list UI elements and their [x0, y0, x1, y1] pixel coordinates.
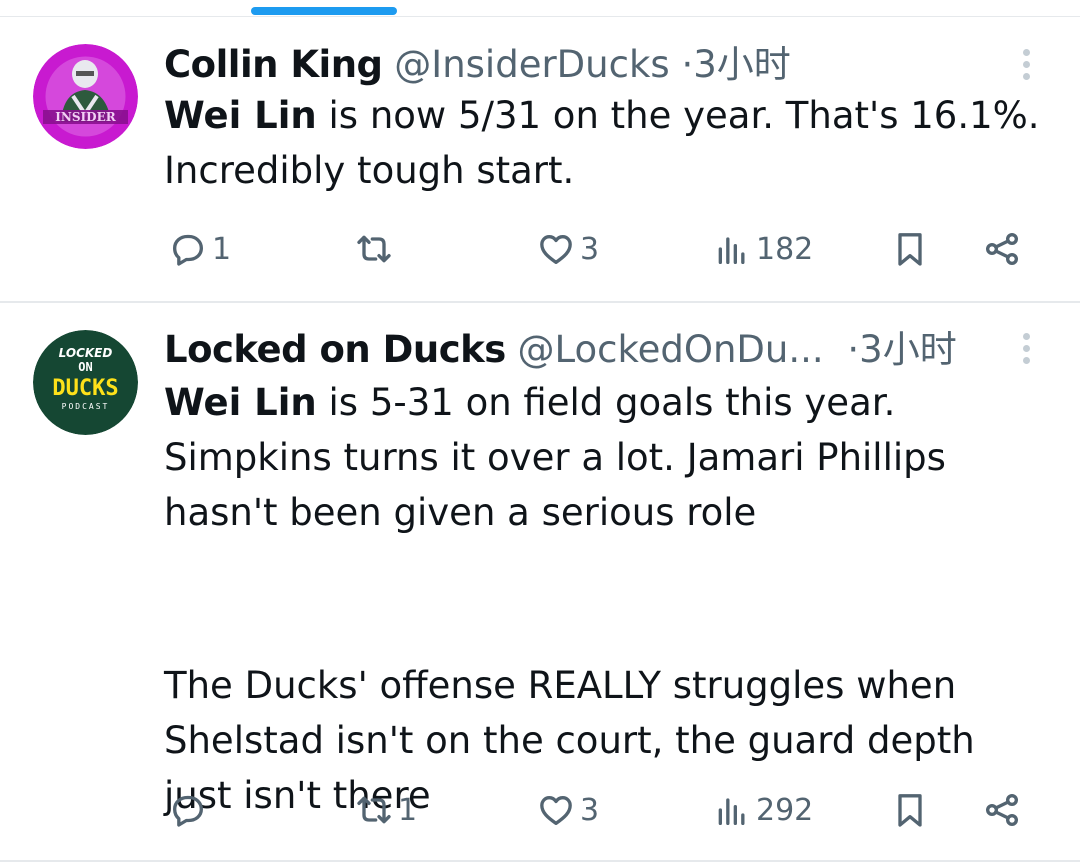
insider-avatar-image: INSIDER — [33, 44, 138, 149]
reply-button[interactable]: 1 — [168, 224, 231, 274]
share-button[interactable] — [982, 785, 1022, 835]
tweet-line-text: hasn't been given a serious role — [164, 491, 757, 534]
retweet-button[interactable]: 1 — [354, 785, 417, 835]
more-icon[interactable] — [1019, 49, 1033, 85]
reply-button[interactable] — [168, 785, 212, 835]
avatar[interactable]: INSIDER — [33, 44, 138, 149]
author-handle[interactable]: @LockedOnDu... — [518, 328, 824, 371]
tweet-line-text: is now 5/31 on the year. That's 16.1%. — [316, 94, 1040, 137]
timestamp[interactable]: 3小时 — [859, 328, 957, 371]
like-count: 3 — [580, 792, 600, 828]
like-icon — [540, 796, 572, 825]
tweet-card[interactable]: LOCKED ON DUCKS PODCAST Locked on Ducks … — [0, 303, 1080, 860]
retweet-count: 1 — [398, 792, 418, 828]
ducks-avatar-mid: ON — [78, 360, 92, 374]
ducks-avatar-main: DUCKS — [52, 376, 118, 401]
tweet-card[interactable]: INSIDER Collin King @InsiderDucks ·3小时 W… — [0, 17, 1080, 301]
views-count: 182 — [756, 231, 814, 267]
tweet-line: Simpkins turns it over a lot. Jamari Phi… — [164, 430, 1044, 485]
ducks-avatar-image: LOCKED ON DUCKS PODCAST — [33, 330, 138, 435]
avatar[interactable]: LOCKED ON DUCKS PODCAST — [33, 330, 138, 435]
retweet-icon — [357, 235, 391, 263]
retweet-button[interactable] — [354, 224, 398, 274]
views-icon — [718, 237, 745, 264]
action-bar: 1 3 292 — [164, 785, 1044, 835]
action-bar: 1 3 182 — [164, 224, 1044, 274]
bookmark-icon — [898, 794, 922, 827]
like-button[interactable]: 3 — [536, 224, 599, 274]
mention-bold: Wei Lin — [164, 94, 317, 137]
tweet-text: Wei Lin is now 5/31 on the year. That's … — [164, 88, 1044, 198]
reply-count: 1 — [212, 231, 232, 267]
views-icon — [718, 798, 745, 825]
active-tab-indicator — [251, 7, 397, 15]
share-button[interactable] — [982, 224, 1022, 274]
share-icon — [986, 794, 1018, 826]
time-separator: · — [681, 43, 694, 86]
tweet-text: Wei Lin is 5-31 on field goals this year… — [164, 375, 1044, 540]
tweet-line: Wei Lin is 5-31 on field goals this year… — [164, 375, 1044, 430]
timestamp[interactable]: 3小时 — [693, 43, 791, 86]
insider-avatar-text: INSIDER — [55, 110, 116, 124]
tweet-header: Locked on Ducks @LockedOnDu... ·3小时 — [164, 328, 957, 372]
share-icon — [986, 233, 1018, 265]
tweet-divider — [0, 860, 1080, 862]
ducks-avatar-top: LOCKED — [59, 346, 113, 360]
tweet-line: Incredibly tough start. — [164, 143, 1044, 198]
tweet-line: Shelstad isn't on the court, the guard d… — [164, 719, 975, 762]
views-count: 292 — [756, 792, 814, 828]
time-separator: · — [847, 328, 860, 371]
tweet-line-text: Simpkins turns it over a lot. Jamari Phi… — [164, 436, 946, 479]
ducks-avatar-sub: PODCAST — [62, 402, 110, 411]
like-button[interactable]: 3 — [536, 785, 599, 835]
tweet-line: Wei Lin is now 5/31 on the year. That's … — [164, 88, 1044, 143]
author-handle[interactable]: @InsiderDucks — [394, 43, 669, 86]
like-count: 3 — [580, 231, 600, 267]
like-icon — [540, 235, 572, 264]
bookmark-button[interactable] — [890, 785, 930, 835]
author-name[interactable]: Locked on Ducks — [164, 328, 506, 371]
reply-icon — [173, 795, 203, 827]
retweet-icon — [357, 796, 391, 824]
tweet-line-text: Incredibly tough start. — [164, 149, 575, 192]
tweet-line-text: is 5-31 on field goals this year. — [316, 381, 896, 424]
tweet-header: Collin King @InsiderDucks ·3小时 — [164, 43, 791, 87]
reply-icon — [173, 234, 203, 266]
bookmark-icon — [898, 233, 922, 266]
tweet-line: hasn't been given a serious role — [164, 485, 1044, 540]
views-button[interactable]: 292 — [712, 785, 813, 835]
views-button[interactable]: 182 — [712, 224, 813, 274]
mention-bold: Wei Lin — [164, 381, 317, 424]
more-icon[interactable] — [1019, 333, 1033, 369]
bookmark-button[interactable] — [890, 224, 930, 274]
tweet-line: The Ducks' offense REALLY struggles when — [164, 664, 957, 707]
author-name[interactable]: Collin King — [164, 43, 383, 86]
